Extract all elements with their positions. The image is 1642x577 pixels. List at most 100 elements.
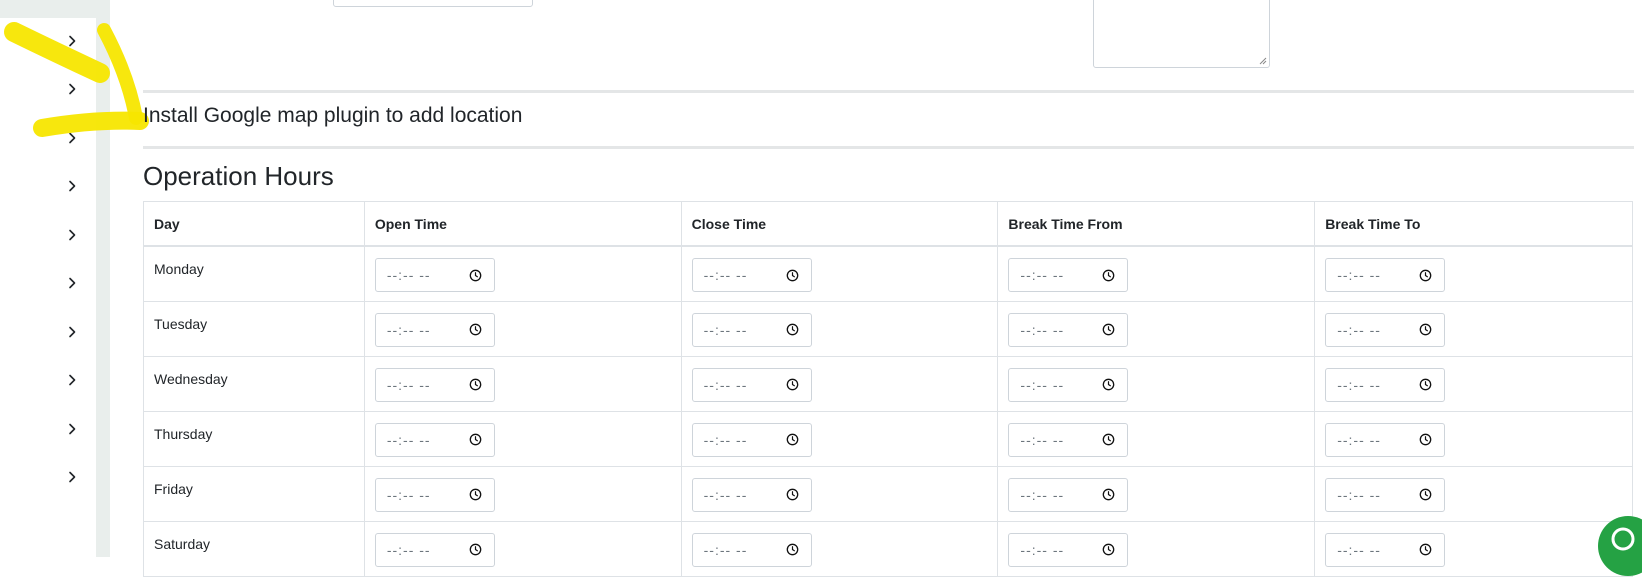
open-time-cell: --:-- --: [363, 355, 682, 412]
close-time-cell: --:-- --: [680, 245, 999, 302]
chat-icon: [1611, 527, 1635, 551]
open-time-cell: --:-- --: [363, 300, 682, 357]
clock-icon[interactable]: [1102, 433, 1115, 446]
break-time-to-input[interactable]: --:-- --: [1325, 532, 1446, 567]
close-time-input[interactable]: --:-- --: [691, 312, 812, 347]
open-time-input[interactable]: --:-- --: [374, 477, 495, 512]
time-placeholder: --:-- --: [1337, 486, 1381, 503]
resize-grip-icon[interactable]: [1259, 57, 1267, 65]
break-time-to-cell: --:-- --: [1314, 245, 1633, 302]
column-header-break-time-from: Break Time From: [997, 201, 1316, 247]
break-time-from-cell: --:-- --: [997, 245, 1316, 302]
clock-icon[interactable]: [469, 269, 482, 282]
table-row: Wednesday --:-- -- --:-- -- --:-- -- --:-- -…: [143, 355, 1633, 412]
clock-icon[interactable]: [469, 378, 482, 391]
clock-icon[interactable]: [469, 488, 482, 501]
time-placeholder: --:-- --: [386, 376, 431, 393]
chevron-right-icon[interactable]: [62, 370, 82, 390]
close-time-input[interactable]: --:-- --: [691, 477, 812, 512]
time-placeholder: --:-- --: [386, 486, 431, 503]
break-time-to-input[interactable]: --:-- --: [1325, 312, 1446, 347]
clock-icon[interactable]: [1419, 378, 1432, 391]
clock-icon[interactable]: [1419, 433, 1432, 446]
table-row: Tuesday --:-- -- --:-- -- --:-- -- --:-- --: [143, 300, 1633, 357]
chevron-right-icon[interactable]: [62, 31, 82, 51]
table-row: Saturday --:-- -- --:-- -- --:-- -- --:-- --: [143, 520, 1633, 577]
break-time-from-input[interactable]: --:-- --: [1008, 422, 1129, 457]
clock-icon[interactable]: [1102, 323, 1115, 336]
break-time-to-input[interactable]: --:-- --: [1325, 422, 1446, 457]
close-time-cell: --:-- --: [680, 355, 999, 412]
clock-icon[interactable]: [469, 323, 482, 336]
close-time-input[interactable]: --:-- --: [691, 532, 812, 567]
clock-icon[interactable]: [1102, 488, 1115, 501]
time-placeholder: --:-- --: [1337, 376, 1381, 393]
chevron-right-icon[interactable]: [62, 225, 82, 245]
chevron-right-icon[interactable]: [62, 322, 82, 342]
break-time-to-input[interactable]: --:-- --: [1325, 258, 1446, 292]
clock-icon[interactable]: [469, 543, 482, 556]
break-time-to-input[interactable]: --:-- --: [1325, 367, 1446, 402]
clock-icon[interactable]: [786, 323, 799, 336]
break-time-to-cell: --:-- --: [1314, 410, 1633, 467]
clock-icon[interactable]: [1419, 488, 1432, 501]
close-time-input[interactable]: --:-- --: [691, 367, 812, 402]
column-header-day: Day: [143, 201, 365, 247]
clock-icon[interactable]: [786, 543, 799, 556]
time-placeholder: --:-- --: [1020, 541, 1065, 558]
break-time-from-input[interactable]: --:-- --: [1008, 367, 1129, 402]
time-placeholder: --:-- --: [386, 321, 431, 338]
chevron-right-icon[interactable]: [62, 176, 82, 196]
clock-icon[interactable]: [786, 433, 799, 446]
partial-top-input[interactable]: [333, 0, 533, 7]
close-time-input[interactable]: --:-- --: [691, 258, 812, 292]
chevron-right-icon[interactable]: [62, 467, 82, 487]
clock-icon[interactable]: [786, 488, 799, 501]
day-label: Thursday: [143, 410, 365, 467]
close-time-input[interactable]: --:-- --: [691, 422, 812, 457]
open-time-input[interactable]: --:-- --: [374, 532, 495, 567]
clock-icon[interactable]: [1102, 543, 1115, 556]
clock-icon[interactable]: [1102, 269, 1115, 282]
chevron-right-icon[interactable]: [62, 273, 82, 293]
clock-icon[interactable]: [1102, 378, 1115, 391]
yellow-highlighter-annotation: [4, 22, 149, 137]
sidebar-scroll-strip: [96, 0, 110, 557]
open-time-input[interactable]: --:-- --: [374, 422, 495, 457]
chevron-right-icon[interactable]: [62, 419, 82, 439]
time-placeholder: --:-- --: [703, 267, 748, 283]
clock-icon[interactable]: [786, 269, 799, 282]
day-label: Tuesday: [143, 300, 365, 357]
chevron-right-icon[interactable]: [62, 79, 82, 99]
break-time-to-cell: --:-- --: [1314, 300, 1633, 357]
day-label: Friday: [143, 465, 365, 522]
time-placeholder: --:-- --: [1020, 267, 1065, 283]
open-time-cell: --:-- --: [363, 245, 682, 302]
break-time-from-cell: --:-- --: [997, 520, 1316, 577]
open-time-cell: --:-- --: [363, 465, 682, 522]
open-time-input[interactable]: --:-- --: [374, 312, 495, 347]
clock-icon[interactable]: [786, 378, 799, 391]
break-time-to-cell: --:-- --: [1314, 520, 1633, 577]
break-time-from-input[interactable]: --:-- --: [1008, 477, 1129, 512]
break-time-from-input[interactable]: --:-- --: [1008, 312, 1129, 347]
break-time-from-input[interactable]: --:-- --: [1008, 532, 1129, 567]
time-placeholder: --:-- --: [703, 486, 748, 503]
time-placeholder: --:-- --: [1337, 431, 1381, 448]
break-time-to-input[interactable]: --:-- --: [1325, 477, 1446, 512]
address-textarea[interactable]: [1093, 0, 1270, 68]
clock-icon[interactable]: [1419, 543, 1432, 556]
day-label: Saturday: [143, 520, 365, 577]
clock-icon[interactable]: [1419, 269, 1432, 282]
day-label: Monday: [143, 245, 365, 302]
clock-icon[interactable]: [469, 433, 482, 446]
break-time-from-input[interactable]: --:-- --: [1008, 258, 1129, 292]
time-placeholder: --:-- --: [703, 321, 748, 338]
chevron-right-icon[interactable]: [62, 128, 82, 148]
open-time-cell: --:-- --: [363, 410, 682, 467]
open-time-input[interactable]: --:-- --: [374, 367, 495, 402]
open-time-input[interactable]: --:-- --: [374, 258, 495, 292]
clock-icon[interactable]: [1419, 323, 1432, 336]
section-title-operation-hours: Operation Hours: [143, 161, 334, 191]
break-time-from-cell: --:-- --: [997, 355, 1316, 412]
